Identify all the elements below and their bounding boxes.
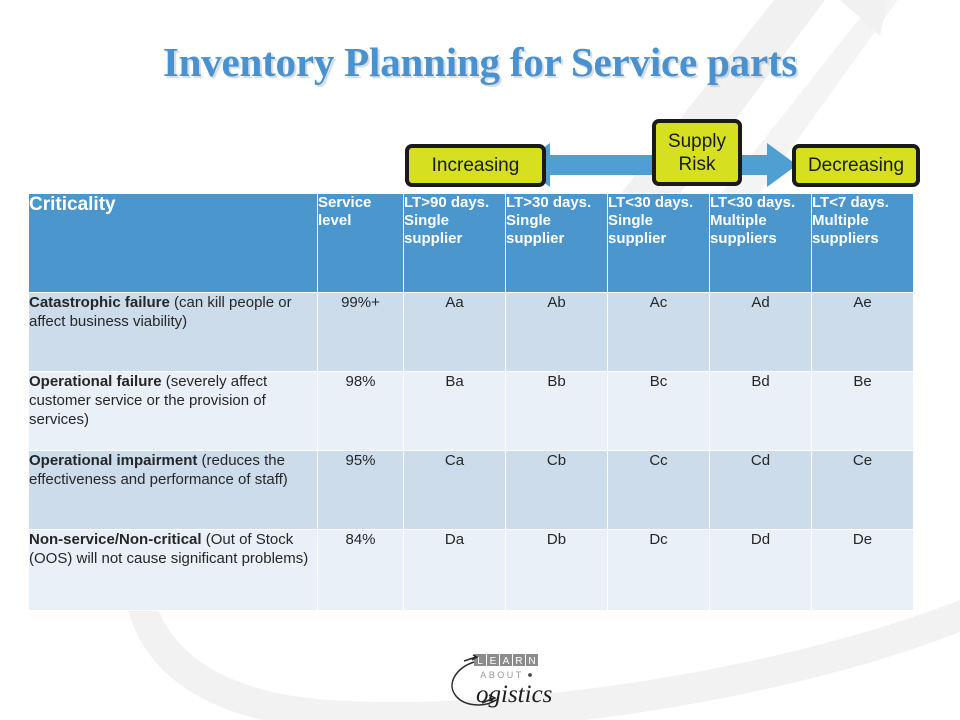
cell-code: Ad (710, 293, 811, 371)
chip-decreasing[interactable]: Decreasing (792, 144, 920, 187)
column-header-criticality: Criticality (29, 194, 317, 292)
svg-text:A: A (503, 656, 510, 667)
cell-code: Ca (404, 451, 505, 529)
cell-code: Cd (710, 451, 811, 529)
cell-code: Be (812, 372, 913, 450)
chip-supply-risk-label: Supply Risk (668, 130, 726, 176)
learn-about-logistics-logo: L E A R N ABOUT ogistics (451, 654, 552, 708)
logo-logistics-text: ogistics (476, 681, 552, 708)
cell-code: Aa (404, 293, 505, 371)
cell-criticality: Non-service/Non-critical (Out of Stock (… (29, 530, 317, 610)
cell-code: Ab (506, 293, 607, 371)
cell-code: Dc (608, 530, 709, 610)
table-header-row: Criticality Service level LT>90 days. Si… (29, 194, 913, 292)
chip-supply-risk[interactable]: Supply Risk (652, 119, 742, 186)
cell-service-level: 95% (318, 451, 403, 529)
cell-service-level: 84% (318, 530, 403, 610)
chip-increasing[interactable]: Increasing (405, 144, 546, 187)
svg-text:N: N (528, 656, 535, 667)
cell-code: Ce (812, 451, 913, 529)
criticality-matrix-wrapper: Criticality Service level LT>90 days. Si… (28, 193, 914, 611)
cell-criticality: Catastrophic failure (can kill people or… (29, 293, 317, 371)
svg-text:R: R (515, 656, 522, 667)
table-row: Catastrophic failure (can kill people or… (29, 293, 913, 371)
cell-code: Cb (506, 451, 607, 529)
table-header: Criticality Service level LT>90 days. Si… (29, 194, 913, 292)
cell-criticality: Operational impairment (reduces the effe… (29, 451, 317, 529)
cell-code: Db (506, 530, 607, 610)
column-header-service-level: Service level (318, 194, 403, 292)
cell-criticality: Operational failure (severely affect cus… (29, 372, 317, 450)
cell-service-level: 99%+ (318, 293, 403, 371)
cell-code: Ae (812, 293, 913, 371)
criticality-title: Operational failure (29, 373, 162, 390)
chip-supply-risk-line2: Risk (678, 153, 716, 175)
column-header-lt90-single: LT>90 days. Single supplier (404, 194, 505, 292)
criticality-title: Non-service/Non-critical (29, 531, 202, 548)
cell-code: Bb (506, 372, 607, 450)
cell-code: Bd (710, 372, 811, 450)
logo-about-text: ABOUT (480, 670, 524, 680)
svg-text:L: L (477, 656, 483, 667)
table-row: Non-service/Non-critical (Out of Stock (… (29, 530, 913, 610)
chip-decreasing-label: Decreasing (807, 154, 905, 176)
table-body: Catastrophic failure (can kill people or… (29, 293, 913, 610)
cell-service-level: 98% (318, 372, 403, 450)
column-header-lt30-single: LT>30 days. Single supplier (506, 194, 607, 292)
criticality-title: Catastrophic failure (29, 294, 170, 311)
cell-code: De (812, 530, 913, 610)
arrow-right-icon (735, 143, 797, 187)
chip-increasing-label: Increasing (431, 154, 520, 176)
column-header-ltu30-single: LT<30 days. Single supplier (608, 194, 709, 292)
cell-code: Da (404, 530, 505, 610)
slide-canvas: Inventory Planning for Service parts Inc… (0, 0, 960, 720)
cell-code: Ba (404, 372, 505, 450)
svg-text:E: E (490, 656, 497, 667)
cell-code: Dd (710, 530, 811, 610)
criticality-matrix-table: Criticality Service level LT>90 days. Si… (28, 193, 914, 611)
cell-code: Cc (608, 451, 709, 529)
table-row: Operational failure (severely affect cus… (29, 372, 913, 450)
column-header-ltu30-multiple: LT<30 days. Multiple suppliers (710, 194, 811, 292)
cell-code: Bc (608, 372, 709, 450)
logo-learn-boxes: L E A R N (474, 654, 538, 667)
table-row: Operational impairment (reduces the effe… (29, 451, 913, 529)
supply-risk-diagram: Increasing Supply Risk Decreasing (0, 0, 960, 200)
chip-supply-risk-line1: Supply (667, 130, 727, 152)
criticality-title: Operational impairment (29, 452, 198, 469)
cell-code: Ac (608, 293, 709, 371)
column-header-lt7-multiple: LT<7 days. Multiple suppliers (812, 194, 913, 292)
